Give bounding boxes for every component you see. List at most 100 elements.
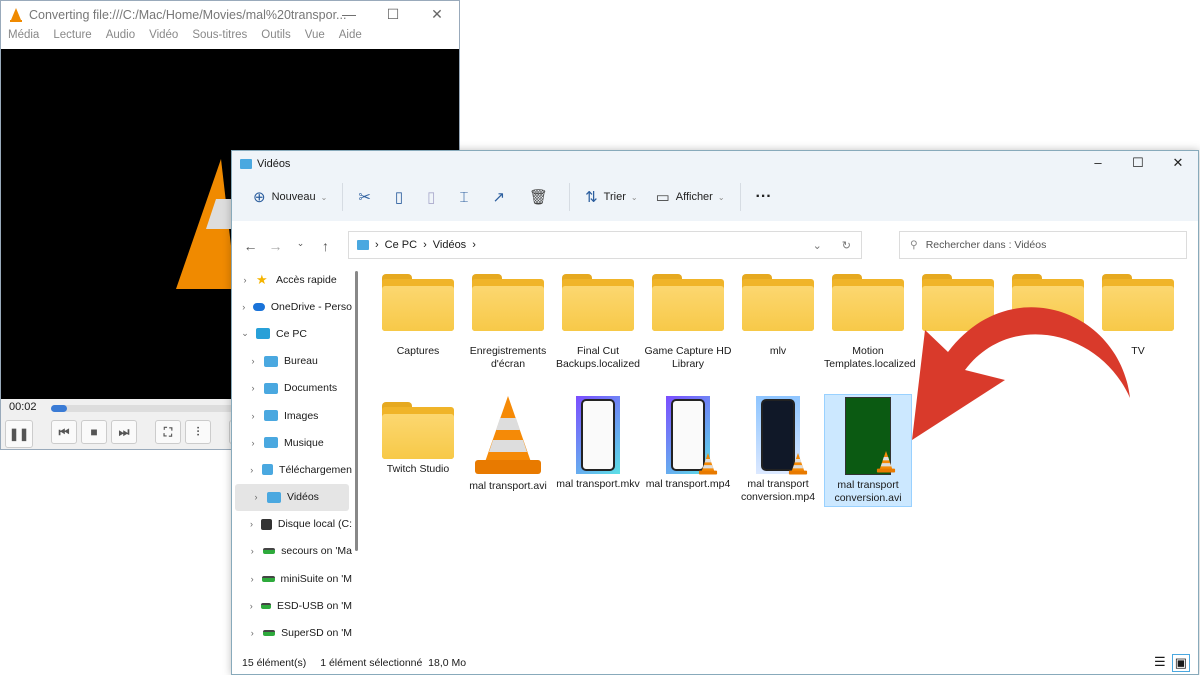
refresh-button[interactable]: ↻ <box>842 239 851 252</box>
breadcrumb-videos[interactable]: Vidéos <box>433 239 466 251</box>
folder-item[interactable]: NI <box>914 274 1002 358</box>
chevron-right-icon[interactable]: › <box>246 383 260 393</box>
chevron-down-icon[interactable]: ⌄ <box>238 328 252 339</box>
next-button[interactable]: ⏭ <box>111 420 137 444</box>
folder-item[interactable] <box>1004 274 1092 345</box>
share-button[interactable]: ↗ <box>483 182 520 212</box>
recent-dropdown[interactable]: ⌄ <box>288 238 313 254</box>
maximize-button[interactable]: ☐ <box>1118 151 1158 175</box>
sidebar-item[interactable]: › Bureau <box>232 348 352 375</box>
menu-6[interactable]: Vue <box>298 29 332 49</box>
folder-item[interactable]: TV <box>1094 274 1182 358</box>
sidebar-item[interactable]: ⌄ Ce PC <box>232 320 352 347</box>
minimize-button[interactable]: — <box>327 1 371 27</box>
folder-item[interactable]: mlv <box>734 274 822 358</box>
sidebar-item[interactable]: › ★ Accès rapide <box>232 266 352 293</box>
folder-icon <box>562 274 634 331</box>
sidebar-item[interactable]: › Vidéos <box>235 483 349 511</box>
folder-icon <box>742 274 814 331</box>
up-button[interactable]: ↑ <box>313 238 338 254</box>
icons-view-button[interactable]: ▣ <box>1171 654 1190 672</box>
forward-button[interactable]: → <box>263 238 288 254</box>
chevron-right-icon[interactable]: › <box>238 302 249 312</box>
fullscreen-button[interactable]: ⛶ <box>155 420 181 444</box>
folder-item[interactable]: Final Cut Backups.localized <box>554 274 642 370</box>
maximize-button[interactable]: ☐ <box>371 1 415 27</box>
clipboard-icon: ▯ <box>427 189 436 206</box>
paste-button[interactable]: ▯ <box>418 182 450 212</box>
search-input[interactable]: ⚲ Rechercher dans : Vidéos <box>899 231 1187 259</box>
network-drive-icon <box>262 575 275 582</box>
menu-3[interactable]: Vidéo <box>142 29 185 49</box>
folder-item[interactable]: Twitch Studio <box>374 396 462 476</box>
elapsed-time: 00:02 <box>9 401 37 413</box>
file-item[interactable]: mal transport.mp4 <box>644 396 732 491</box>
view-button[interactable]: ▭ Afficher ⌄ <box>647 182 734 212</box>
sort-button[interactable]: ⇅ Trier ⌄ <box>576 182 646 212</box>
sidebar-item[interactable]: › secours on 'Ma <box>232 538 352 565</box>
sidebar-item[interactable]: › Images <box>232 402 352 429</box>
trash-icon: 🗑 <box>529 189 549 206</box>
menu-1[interactable]: Lecture <box>46 29 98 49</box>
minimize-button[interactable]: – <box>1078 151 1118 175</box>
item-label: Motion Templates.localized <box>824 345 916 370</box>
rename-button[interactable]: ⌶ <box>450 182 483 212</box>
new-button[interactable]: ⊕ Nouveau ⌄ <box>244 182 336 212</box>
chevron-right-icon[interactable]: › <box>249 492 263 502</box>
sidebar-item[interactable]: › OneDrive - Perso <box>232 293 352 320</box>
chevron-right-icon[interactable]: › <box>246 628 259 638</box>
file-item[interactable]: mal transport.mkv <box>554 396 642 491</box>
folder-item[interactable]: Game Capture HD Library <box>644 274 732 370</box>
folder-item[interactable]: Motion Templates.localized <box>824 274 916 370</box>
vlc-menubar: Média Lecture Audio Vidéo Sous-titres Outils V… <box>1 29 459 49</box>
previous-button[interactable]: ⏮ <box>51 420 77 444</box>
file-item[interactable]: mal transport conversion.avi <box>824 394 912 507</box>
menu-0[interactable]: Média <box>1 29 46 49</box>
vlc-cone-icon <box>10 8 22 22</box>
vlc-titlebar: Converting file:///C:/Mac/Home/Movies/ma… <box>1 1 459 29</box>
chevron-right-icon[interactable]: › <box>246 438 260 448</box>
pause-button[interactable]: ❚❚ <box>5 420 33 448</box>
chevron-right-icon[interactable]: › <box>246 519 257 529</box>
folder-item[interactable]: Captures <box>374 274 462 358</box>
menu-7[interactable]: Aide <box>332 29 369 49</box>
chevron-right-icon[interactable]: › <box>238 275 252 285</box>
address-dropdown[interactable]: ⌄ <box>813 239 822 252</box>
file-item[interactable]: mal transport.avi <box>464 396 552 493</box>
sidebar-item[interactable]: › Disque local (C: <box>232 511 352 538</box>
sidebar-item[interactable]: › Téléchargemen <box>232 456 352 483</box>
delete-button[interactable]: 🗑 <box>520 182 563 212</box>
chevron-right-icon[interactable]: › <box>246 546 259 556</box>
videos-folder-icon <box>240 158 252 169</box>
chevron-right-icon[interactable]: › <box>246 356 260 366</box>
video-thumbnail <box>756 396 808 474</box>
chevron-right-icon[interactable]: › <box>246 411 260 421</box>
close-button[interactable]: ✕ <box>1158 151 1198 175</box>
close-button[interactable]: ✕ <box>415 1 459 27</box>
folder-item[interactable]: Enregistrements d'écran <box>464 274 552 370</box>
more-options-button[interactable]: ··· <box>747 182 781 212</box>
copy-button[interactable]: ▯ <box>386 182 418 212</box>
sidebar-item[interactable]: › miniSuite on 'M <box>232 565 352 592</box>
item-label: Final Cut Backups.localized <box>555 345 641 370</box>
stop-button[interactable]: ■ <box>81 420 107 444</box>
chevron-right-icon[interactable]: › <box>246 465 258 475</box>
chevron-right-icon[interactable]: › <box>246 574 258 584</box>
back-button[interactable]: ← <box>238 238 263 254</box>
explorer-titlebar: Vidéos – ☐ ✕ <box>232 151 1198 176</box>
sidebar-item[interactable]: › ESD-USB on 'M <box>232 592 352 619</box>
cut-button[interactable]: ✂ <box>349 182 386 212</box>
sidebar-item[interactable]: › SuperSD on 'M <box>232 619 352 646</box>
menu-2[interactable]: Audio <box>99 29 142 49</box>
address-bar[interactable]: › Ce PC › Vidéos › ⌄ ↻ <box>348 231 862 259</box>
breadcrumb-ce-pc[interactable]: Ce PC <box>385 239 417 251</box>
menu-5[interactable]: Outils <box>254 29 297 49</box>
extended-settings-button[interactable]: ⫶ <box>185 420 211 444</box>
sidebar-item[interactable]: › Documents <box>232 375 352 402</box>
menu-4[interactable]: Sous-titres <box>185 29 254 49</box>
file-item[interactable]: mal transport conversion.mp4 <box>734 396 822 503</box>
details-view-button[interactable]: ☰ <box>1154 654 1166 672</box>
sidebar-item[interactable]: › Musique <box>232 429 352 456</box>
sidebar-scrollbar[interactable] <box>355 271 358 551</box>
chevron-right-icon[interactable]: › <box>246 601 257 611</box>
